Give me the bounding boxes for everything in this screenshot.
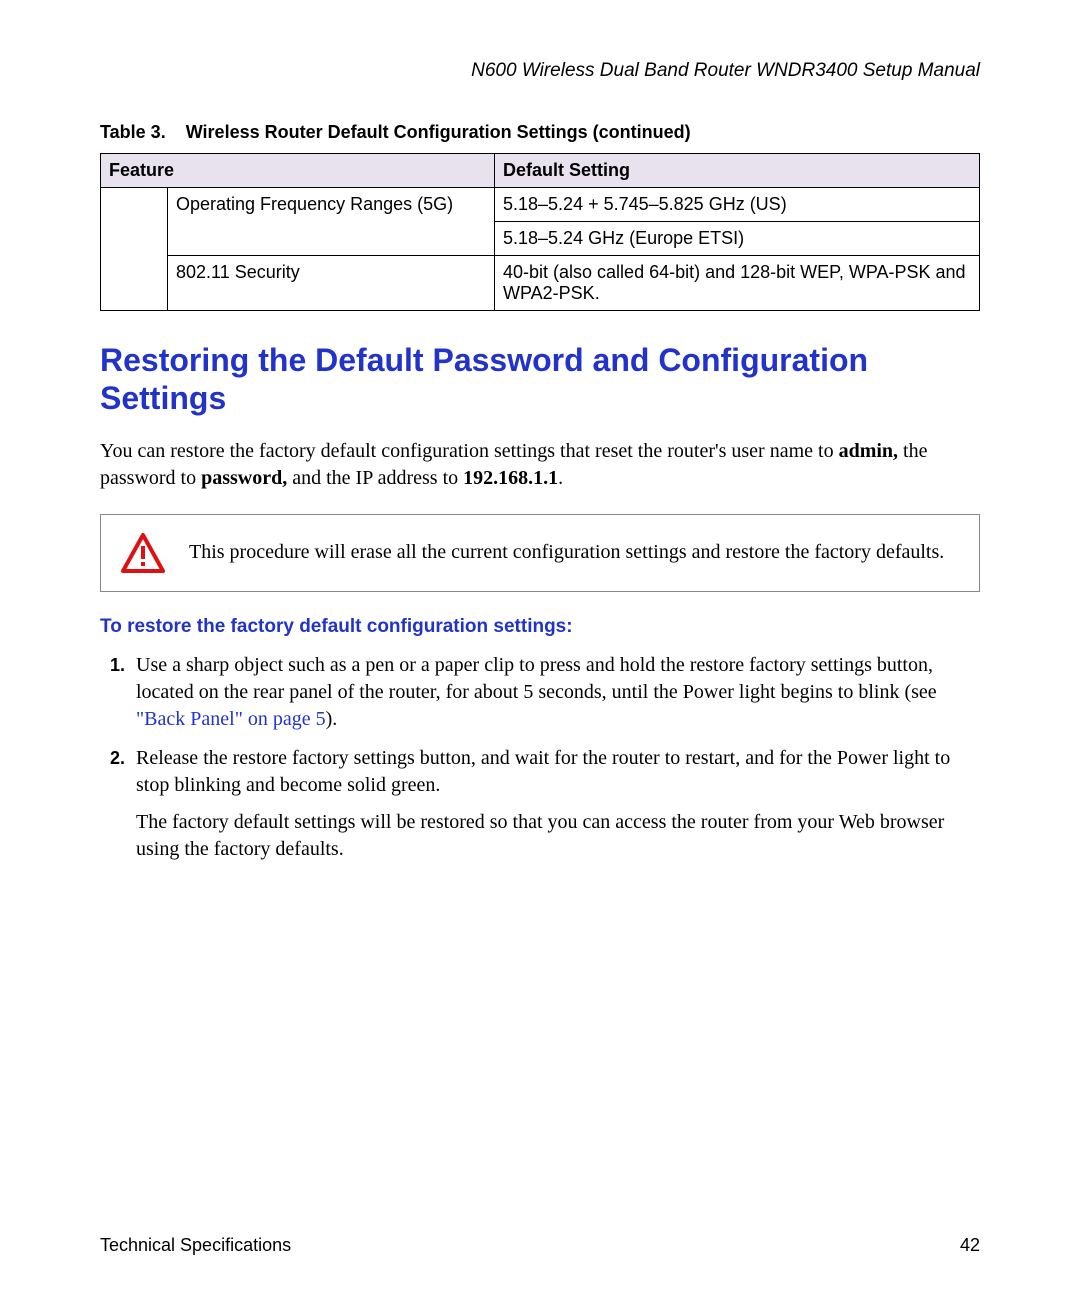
th-feature: Feature [101,154,495,188]
feature-value: 40-bit (also called 64-bit) and 128-bit … [495,256,980,311]
intro-password-word: password, [201,467,287,489]
feature-name: 802.11 Security [168,256,495,311]
intro-ip: 192.168.1.1 [463,467,558,489]
section-heading: Restoring the Default Password and Confi… [100,341,980,418]
footer-section: Technical Specifications [100,1235,291,1256]
page-number: 42 [960,1235,980,1256]
table-title: Wireless Router Default Configuration Se… [186,122,691,142]
step-text: ). [326,708,338,730]
list-item: Release the restore factory settings but… [130,745,980,863]
intro-paragraph: You can restore the factory default conf… [100,438,980,492]
th-default: Default Setting [495,154,980,188]
procedure-heading: To restore the factory default configura… [100,616,980,638]
warning-text: This procedure will erase all the curren… [189,539,959,566]
intro-text: You can restore the factory default conf… [100,440,839,462]
table-row: 802.11 Security 40-bit (also called 64-b… [101,256,980,311]
warning-icon [121,533,165,573]
intro-admin-word: admin, [839,440,898,462]
page-footer: Technical Specifications 42 [100,1235,980,1256]
running-head: N600 Wireless Dual Band Router WNDR3400 … [100,60,980,82]
warning-callout: This procedure will erase all the curren… [100,514,980,592]
list-item: Use a sharp object such as a pen or a pa… [130,652,980,733]
table-caption: Table 3. Wireless Router Default Configu… [100,122,980,143]
intro-text: . [558,467,563,489]
page: N600 Wireless Dual Band Router WNDR3400 … [0,0,1080,1296]
step-followup: The factory default settings will be res… [136,809,980,863]
table-row: Operating Frequency Ranges (5G) 5.18–5.2… [101,188,980,222]
feature-value: 5.18–5.24 GHz (Europe ETSI) [495,222,980,256]
table-number: Table 3. [100,122,166,142]
row-group-gap [101,188,168,311]
procedure-steps: Use a sharp object such as a pen or a pa… [100,652,980,863]
step-text: Release the restore factory settings but… [136,747,950,796]
intro-text: and the IP address to [292,467,463,489]
config-table: Feature Default Setting Operating Freque… [100,153,980,311]
feature-value: 5.18–5.24 + 5.745–5.825 GHz (US) [495,188,980,222]
back-panel-link[interactable]: "Back Panel" on page 5 [136,708,326,730]
step-text: Use a sharp object such as a pen or a pa… [136,654,937,703]
feature-name: Operating Frequency Ranges (5G) [168,188,495,256]
